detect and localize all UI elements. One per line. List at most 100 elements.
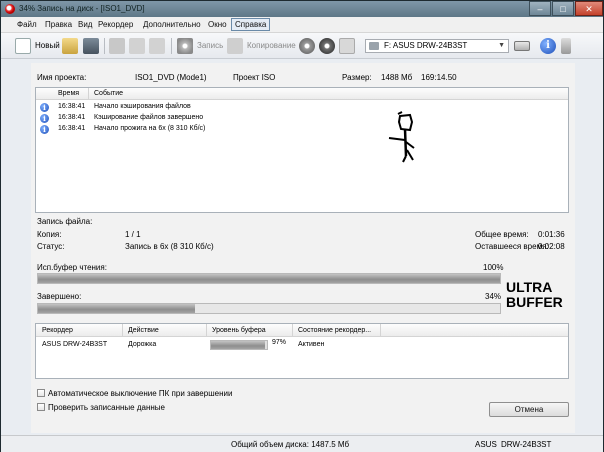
log-row[interactable]: i 16:38:41 Кэширование файлов завершено (36, 113, 568, 124)
drive-select[interactable]: F: ASUS DRW-24B3ST ▼ (365, 39, 509, 53)
recorder-action: Дорожка (128, 341, 157, 348)
menu-extras[interactable]: Дополнительно (143, 20, 201, 29)
event-log[interactable]: Время Событие i 16:38:41 Начало кэширова… (35, 87, 569, 213)
drive-icon (369, 42, 379, 50)
log-time: 16:38:41 (58, 125, 86, 132)
menu-file[interactable]: Файл (17, 20, 37, 29)
cancel-button[interactable]: Отмена (489, 402, 569, 417)
verify-label[interactable]: Проверить записанные данные (48, 403, 165, 412)
open-icon[interactable] (62, 38, 78, 54)
col-recorder-state[interactable]: Состояние рекордер... (298, 327, 371, 334)
read-buffer-percent: 100% (483, 263, 504, 272)
menu-window[interactable]: Окно (208, 20, 227, 29)
size-time: 169:14.50 (421, 73, 457, 82)
toolbar-more-icon[interactable] (561, 38, 571, 54)
chevron-down-icon: ▼ (498, 42, 505, 49)
log-col-time[interactable]: Время (58, 90, 79, 97)
recorder-name: ASUS DRW-24B3ST (42, 341, 108, 348)
help-icon[interactable]: i (540, 38, 556, 54)
col-recorder[interactable]: Рекордер (42, 327, 73, 334)
col-buffer-level[interactable]: Уровень буфера (212, 327, 266, 334)
size-value: 1488 Мб (381, 73, 413, 82)
maximize-button[interactable]: □ (552, 1, 574, 16)
drive-tray-icon[interactable] (514, 41, 530, 51)
log-event: Начало кэширования файлов (94, 103, 191, 110)
col-divider (292, 324, 293, 337)
toolbar: Новый Запись Копирование F: ASUS DRW-24B… (1, 33, 603, 59)
statusbar-drive-brand: ASUS (475, 440, 497, 449)
log-event: Начало прожига на 6x (8 310 Кб/с) (94, 125, 206, 132)
file-label: Запись файла: (37, 217, 93, 226)
status-bar: Общий объем диска: 1487.5 Мб ASUS DRW-24… (1, 435, 603, 452)
read-buffer-label: Исп.буфер чтения: (37, 263, 107, 272)
verify-checkbox[interactable] (37, 403, 45, 411)
total-time-value: 0:01:36 (538, 230, 565, 239)
erase-disc-icon[interactable] (319, 38, 335, 54)
save-icon[interactable] (83, 38, 99, 54)
auto-shutdown-label[interactable]: Автоматическое выключение ПК при заверше… (48, 389, 232, 398)
window-title: 34% Запись на диск - [ISO1_DVD] (19, 4, 145, 13)
log-event: Кэширование файлов завершено (94, 114, 204, 121)
col-divider (122, 324, 123, 337)
cut-icon[interactable] (109, 38, 125, 54)
recorder-state: Активен (298, 341, 325, 348)
new-label[interactable]: Новый (35, 41, 60, 50)
log-row[interactable]: i 16:38:41 Начало кэширования файлов (36, 102, 568, 113)
log-time: 16:38:41 (58, 114, 86, 121)
menu-edit[interactable]: Правка (45, 20, 72, 29)
log-time: 16:38:41 (58, 103, 86, 110)
recorder-buffer-bar (210, 340, 268, 350)
disc-icon[interactable] (299, 38, 315, 54)
recorder-table-header: Рекордер Действие Уровень буфера Состоян… (36, 324, 568, 337)
menu-recorder[interactable]: Рекордер (98, 20, 133, 29)
disc-info-icon[interactable] (339, 38, 355, 54)
minimize-button[interactable]: – (529, 1, 551, 16)
write-label[interactable]: Запись (197, 41, 223, 50)
status-label: Статус: (37, 242, 65, 251)
copy-label[interactable]: Копирование (247, 41, 296, 50)
copy-count-value: 1 / 1 (125, 230, 141, 239)
total-disc-size: Общий объем диска: 1487.5 Мб (231, 440, 350, 449)
recorder-buffer-fill (211, 341, 266, 349)
col-divider (380, 324, 381, 337)
completed-progress-fill (38, 304, 196, 313)
menu-help[interactable]: Справка (231, 18, 271, 31)
completed-progress-bar (37, 303, 501, 314)
completed-label: Завершено: (37, 292, 82, 301)
completed-percent: 34% (485, 292, 502, 301)
log-col-event[interactable]: Событие (94, 90, 123, 97)
write-disc-icon[interactable] (177, 38, 193, 54)
auto-shutdown-checkbox[interactable] (37, 389, 45, 397)
ultrabuffer-logo-bottom: BUFFER (506, 294, 563, 309)
drive-select-value: F: ASUS DRW-24B3ST (384, 41, 468, 50)
copy-disc-icon[interactable] (227, 38, 243, 54)
info-icon: i (40, 114, 49, 123)
close-button[interactable]: ✕ (575, 1, 603, 16)
statusbar-drive-model: DRW-24B3ST (501, 440, 552, 449)
recorder-table[interactable]: Рекордер Действие Уровень буфера Состоян… (35, 323, 569, 379)
info-icon: i (40, 103, 49, 112)
burning-window: 34% Запись на диск - [ISO1_DVD] – □ ✕ Фа… (0, 0, 604, 452)
project-name-label: Имя проекта: (37, 73, 87, 82)
app-icon (5, 4, 15, 14)
ultrabuffer-logo-top: ULTRA (506, 279, 552, 295)
new-document-icon[interactable] (15, 38, 31, 54)
toolbar-separator (171, 38, 172, 54)
log-header: Время Событие (36, 88, 568, 100)
paste-icon[interactable] (149, 38, 165, 54)
toolbar-separator (104, 38, 105, 54)
info-icon: i (40, 125, 49, 134)
copy-icon[interactable] (129, 38, 145, 54)
read-buffer-bar (37, 273, 501, 284)
menu-view[interactable]: Вид (78, 20, 92, 29)
log-row[interactable]: i 16:38:41 Начало прожига на 6x (8 310 К… (36, 124, 568, 135)
title-bar[interactable]: 34% Запись на диск - [ISO1_DVD] – □ ✕ (1, 1, 603, 17)
recorder-buffer-percent: 97% (272, 339, 287, 346)
col-divider (206, 324, 207, 337)
project-type: Проект ISO (233, 73, 276, 82)
copy-count-label: Копия: (37, 230, 62, 239)
status-value: Запись в 6x (8 310 Кб/с) (125, 242, 214, 251)
menu-bar: Файл Правка Вид Рекордер Дополнительно О… (1, 17, 603, 33)
total-time-label: Общее время: (475, 230, 529, 239)
col-action[interactable]: Действие (128, 327, 159, 334)
